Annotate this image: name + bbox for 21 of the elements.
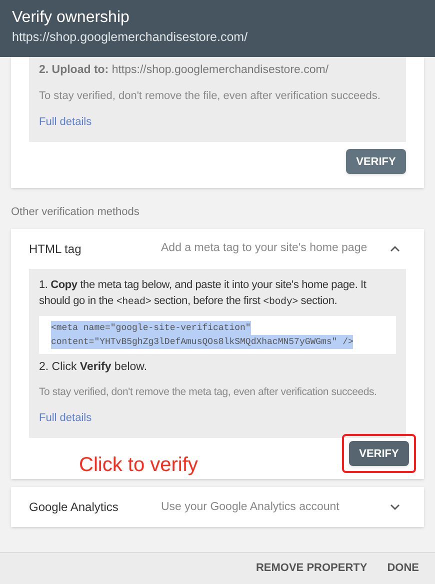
full-details-link[interactable]: Full details	[39, 114, 92, 130]
method-description: Add a meta tag to your site's home page	[161, 241, 368, 256]
footer-button[interactable]: REMOVE PROPERTY	[256, 560, 368, 577]
method-name: HTML tag	[29, 240, 82, 258]
chevron-up-icon[interactable]	[390, 246, 400, 252]
step-text: 2. Click Verify below.	[39, 360, 148, 375]
dialog-title: Verify ownership	[12, 8, 130, 28]
verify-button[interactable]: VERIFY	[346, 149, 406, 174]
full-details-link[interactable]: Full details	[39, 410, 92, 426]
chevron-down-icon[interactable]	[390, 504, 400, 510]
section-label: Other verification methods	[11, 205, 140, 220]
method-name: Google Analytics	[29, 499, 120, 516]
footer-button[interactable]: DONE	[387, 560, 419, 577]
note-text: To stay verified, don't remove the meta tag, even after verification succeeds.	[39, 385, 378, 400]
note-text: To stay verified, don't remove the file, even after verification succeeds.	[39, 89, 382, 104]
annotation-text: Click to verify	[79, 453, 198, 478]
instruction-text: 1. Copy the meta tag below, and paste it into your site's home page. It should go in the <head> section, before the first <body> section.	[39, 278, 368, 310]
upload-text: 2. Upload to: https://shop.googlemerchandisestore.com/	[39, 63, 330, 78]
property-url: https://shop.googlemerchandisestore.com/	[12, 29, 249, 46]
verify-button[interactable]: VERIFY	[349, 441, 409, 466]
method-description: Use your Google Analytics account	[161, 500, 340, 515]
